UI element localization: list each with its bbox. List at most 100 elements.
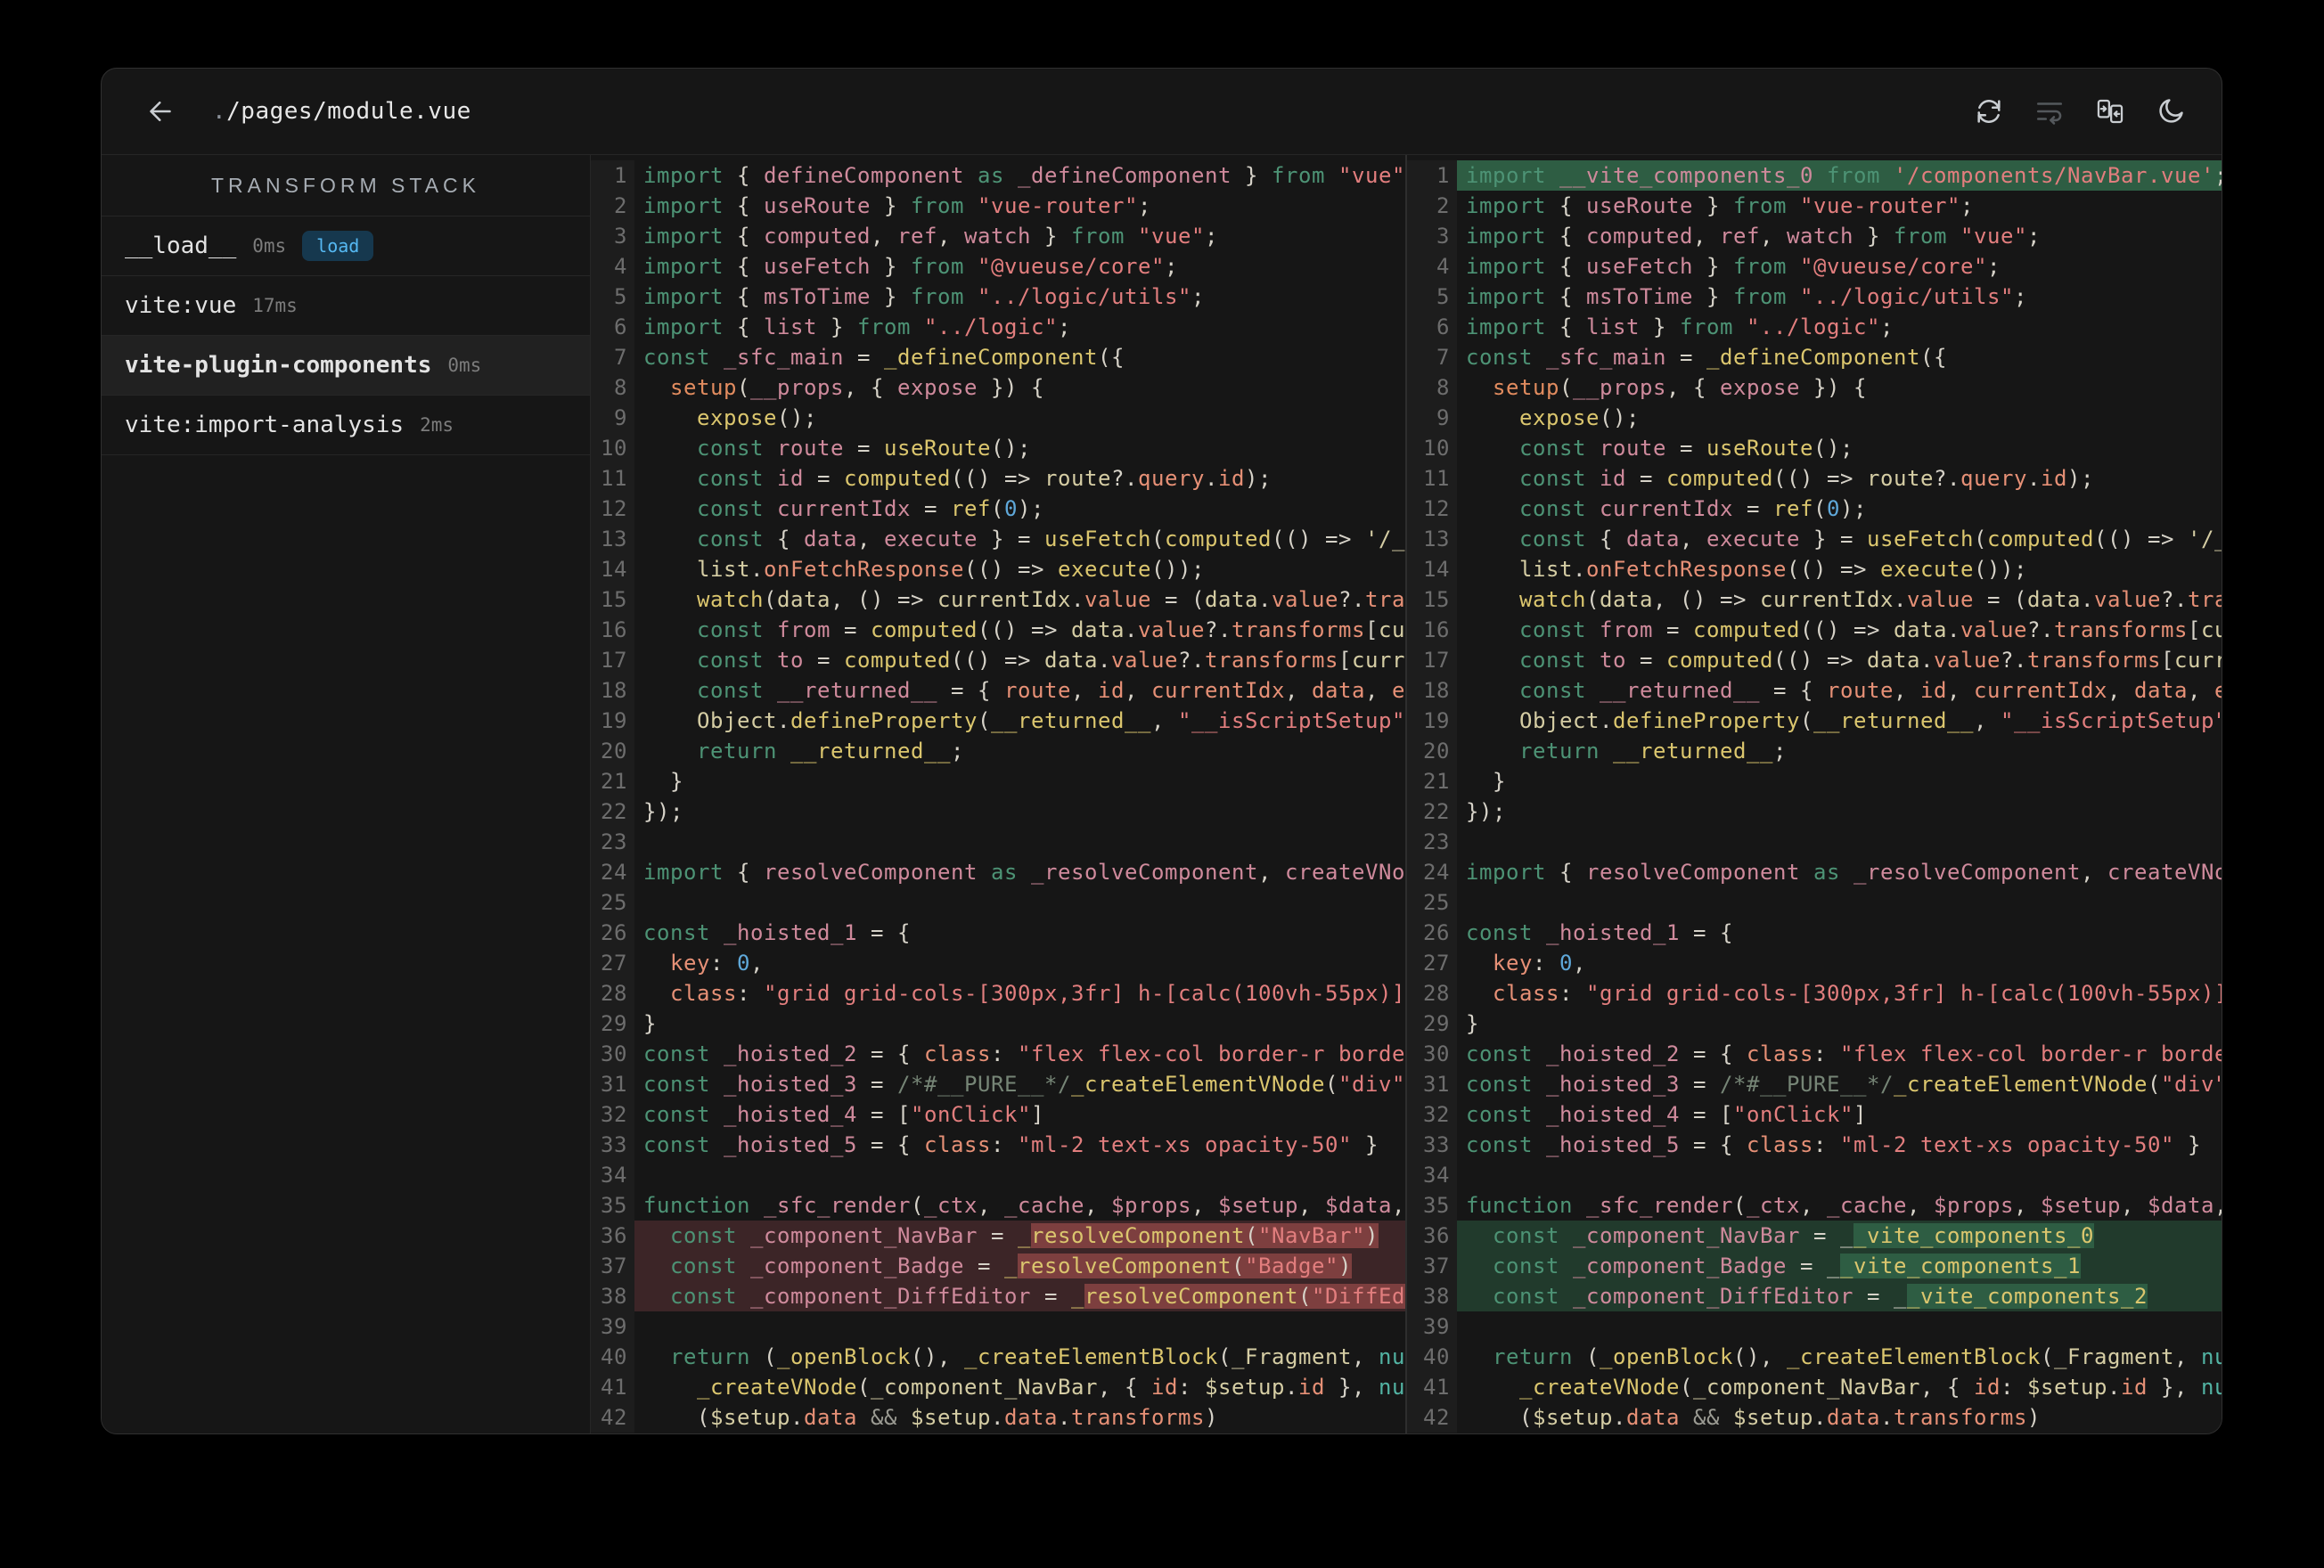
plugin-name: vite-plugin-components [125, 352, 432, 379]
code-line: 41 _createVNode(_component_NavBar, { id:… [1407, 1372, 2222, 1402]
line-number: 2 [1407, 191, 1457, 221]
word-wrap-icon[interactable] [2034, 96, 2065, 127]
screen: ./pages/module.vue TRANSFORM STACK __loa… [0, 0, 2324, 1568]
code-line: 14 list.onFetchResponse(() => execute())… [591, 554, 1405, 584]
code-line: 2 import { useRoute } from "vue-router"; [591, 191, 1405, 221]
code-text: const _hoisted_2 = { class: "flex flex-c… [643, 1041, 1405, 1066]
code-line: 5 import { msToTime } from "../logic/util… [1407, 282, 2222, 312]
code-line: 42 ($setup.data && $setup.data.transform… [1407, 1402, 2222, 1433]
code-text: const __returned__ = { route, id, curren… [1519, 678, 2222, 703]
code-text: const _sfc_main = _defineComponent({ [643, 345, 1125, 370]
line-number: 16 [591, 615, 634, 645]
code-text: const { data, execute } = useFetch(compu… [1519, 527, 2222, 551]
code-text: import { useRoute } from "vue-router"; [1466, 193, 1974, 218]
line-number: 41 [1407, 1372, 1457, 1402]
code-line: 1 import { defineComponent as _defineComp… [591, 160, 1405, 191]
line-number: 16 [1407, 615, 1457, 645]
code-line: 3 import { computed, ref, watch } from "v… [1407, 221, 2222, 251]
code-text: Object.defineProperty(__returned__, "__i… [1519, 708, 2222, 733]
line-number: 19 [591, 706, 634, 736]
line-number: 33 [591, 1130, 634, 1160]
code-line: 26 const _hoisted_1 = { [591, 918, 1405, 948]
code-line: 29} [1407, 1009, 2222, 1039]
plugin-name: __load__ [125, 233, 237, 259]
code-text: const _component_DiffEditor = _resolveCo… [634, 1281, 1405, 1311]
plugin-time: 0ms [252, 235, 287, 257]
sidebar-item-load[interactable]: __load__ 0ms load [102, 216, 590, 276]
code-text: const _component_Badge = __vite_componen… [1457, 1251, 2222, 1281]
line-number: 8 [1407, 372, 1457, 403]
code-text: ($setup.data && $setup.data.transforms) [1466, 1405, 2041, 1430]
line-number: 23 [591, 827, 634, 857]
line-number: 36 [591, 1221, 634, 1251]
code-text: _createVNode(_component_NavBar, { id: $s… [697, 1375, 1405, 1400]
editor-right[interactable]: 1 import __vite_components_0 from '/compo… [1407, 155, 2222, 1433]
code-line: 6 import { list } from "../logic"; [1407, 312, 2222, 342]
split-diff-icon[interactable] [2095, 96, 2125, 127]
line-number: 34 [1407, 1160, 1457, 1190]
code-text: const _hoisted_5 = { class: "ml-2 text-x… [1466, 1132, 2201, 1157]
hook-badge: load [302, 231, 374, 261]
code-text: const from = computed(() => data.value?.… [1519, 617, 2222, 642]
plugin-name: vite:vue [125, 292, 237, 319]
code-text: import { useFetch } from "@vueuse/core"; [1466, 254, 2001, 279]
line-number: 30 [1407, 1039, 1457, 1069]
code-text: return __returned__; [697, 739, 964, 764]
line-number: 20 [1407, 736, 1457, 766]
line-number: 21 [591, 766, 634, 796]
code-line: 23 [1407, 827, 2222, 857]
code-text: return __returned__; [1519, 739, 1787, 764]
code-text: setup(__props, { expose }) { [670, 375, 1044, 400]
code-text: watch(data, () => currentIdx.value = (da… [697, 587, 1405, 612]
line-number: 21 [1407, 766, 1457, 796]
code-text: } [1466, 769, 1506, 794]
code-text: import { resolveComponent as _resolveCom… [1466, 860, 2222, 885]
code-line: 24 import { resolveComponent as _resolveC… [1407, 857, 2222, 887]
refresh-icon[interactable] [1974, 96, 2004, 127]
line-number: 32 [1407, 1099, 1457, 1130]
line-number: 22 [1407, 796, 1457, 827]
back-button[interactable] [144, 95, 176, 127]
code-line: 3 import { computed, ref, watch } from "v… [591, 221, 1405, 251]
code-line: 9 expose(); [1407, 403, 2222, 433]
code-line: 4 import { useFetch } from "@vueuse/core"… [1407, 251, 2222, 282]
code-text: function _sfc_render(_ctx, _cache, $prop… [643, 1193, 1405, 1218]
line-number: 42 [591, 1402, 634, 1433]
sidebar-item-vite-plugin-components[interactable]: vite-plugin-components 0ms [102, 336, 590, 396]
sidebar: TRANSFORM STACK __load__ 0ms load vite:vue 1… [102, 155, 591, 1433]
code-text: class: "grid grid-cols-[300px,3fr] h-[ca… [670, 981, 1405, 1006]
code-text: key: 0, [670, 951, 764, 976]
code-line: 24 import { resolveComponent as _resolveC… [591, 857, 1405, 887]
editor-left[interactable]: 1 import { defineComponent as _defineComp… [591, 155, 1405, 1433]
code-line: 12 const currentIdx = ref(0); [1407, 494, 2222, 524]
line-number: 24 [591, 857, 634, 887]
code-text: const id = computed(() => route?.query.i… [1519, 466, 2094, 491]
code-text: const to = computed(() => data.value?.tr… [697, 648, 1405, 673]
code-text: _createVNode(_component_NavBar, { id: $s… [1519, 1375, 2222, 1400]
code-line: 19 Object.defineProperty(__returned__, "… [591, 706, 1405, 736]
line-number: 6 [591, 312, 634, 342]
code-line: 8 setup(__props, { expose }) { [591, 372, 1405, 403]
code-line: 22}); [591, 796, 1405, 827]
line-number: 33 [1407, 1130, 1457, 1160]
line-number: 1 [591, 160, 634, 191]
sidebar-item-vite-vue[interactable]: vite:vue 17ms [102, 276, 590, 336]
code-line: 19 Object.defineProperty(__returned__, "… [1407, 706, 2222, 736]
line-number: 25 [591, 887, 634, 918]
code-text: const _hoisted_3 = /*#__PURE__*/_createE… [1466, 1072, 2222, 1097]
line-number: 28 [1407, 978, 1457, 1009]
moon-icon[interactable] [2156, 96, 2186, 127]
line-number: 7 [591, 342, 634, 372]
code-text: expose(); [697, 405, 817, 430]
code-text: const _sfc_main = _defineComponent({ [1466, 345, 1947, 370]
code-line: 25 [591, 887, 1405, 918]
code-text: const _hoisted_1 = { [643, 920, 911, 945]
line-number: 24 [1407, 857, 1457, 887]
sidebar-item-vite-import-analysis[interactable]: vite:import-analysis 2ms [102, 396, 590, 455]
code-line: 36 const _component_NavBar = _resolveCom… [591, 1221, 1405, 1251]
code-text: const _component_NavBar = __vite_compone… [1457, 1221, 2222, 1251]
code-text: const route = useRoute(); [1519, 436, 1853, 461]
